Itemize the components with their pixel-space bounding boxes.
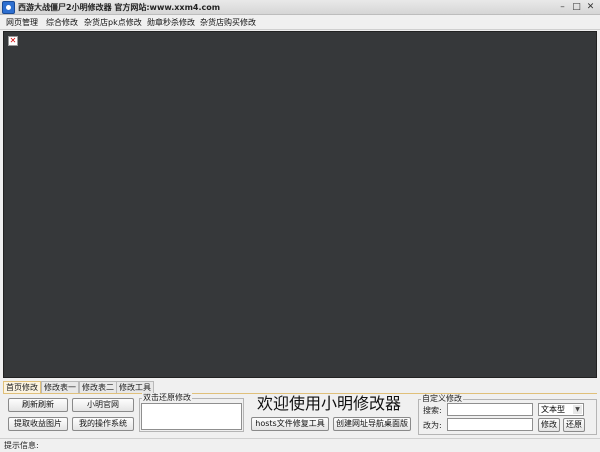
restore-list[interactable] (141, 403, 242, 430)
menu-shop-buy-modify[interactable]: 杂货店购买修改 (200, 17, 256, 28)
type-select[interactable]: 文本型 ▼ (538, 403, 584, 416)
my-system-button[interactable]: 我的操作系统 (72, 417, 134, 431)
official-site-button[interactable]: 小明官网 (72, 398, 134, 412)
close-button[interactable]: ✕ (584, 2, 597, 13)
menu-shop-pk-modify[interactable]: 杂货店pk点修改 (84, 17, 142, 28)
title-bar[interactable]: 西游大战僵尸2小明修改器 官方网站:www.xxm4.com – □ ✕ (0, 0, 600, 15)
create-nav-button[interactable]: 创建网址导航桌面版 (333, 417, 411, 431)
restore-button[interactable]: 还原 (563, 418, 585, 432)
extract-image-button[interactable]: 提取收益图片 (8, 417, 68, 431)
tab-home-modify[interactable]: 首页修改 (3, 381, 41, 393)
welcome-text: 欢迎使用小明修改器 (257, 394, 402, 413)
change-label: 改为: (423, 421, 442, 430)
broken-image-icon: ✕ (8, 36, 18, 46)
refresh-button[interactable]: 刷新刷新 (8, 398, 68, 412)
minimize-button[interactable]: – (556, 2, 569, 13)
menu-web-manage[interactable]: 网页管理 (6, 17, 38, 28)
window-title: 西游大战僵尸2小明修改器 官方网站:www.xxm4.com (18, 3, 221, 12)
tab-modify-table-2[interactable]: 修改表二 (79, 381, 117, 393)
tab-modify-table-1[interactable]: 修改表一 (41, 381, 79, 393)
menu-general-modify[interactable]: 综合修改 (46, 17, 78, 28)
control-panel: 首页修改 修改表一 修改表二 修改工具 刷新刷新 小明官网 提取收益图片 我的操… (0, 378, 600, 438)
app-icon (2, 1, 15, 14)
modify-button[interactable]: 修改 (538, 418, 560, 432)
menu-bar: 网页管理 综合修改 杂货店pk点修改 勋章秒杀修改 杂货店购买修改 (0, 15, 600, 30)
maximize-button[interactable]: □ (570, 2, 583, 13)
chevron-down-icon: ▼ (573, 405, 582, 414)
dblclick-restore-label: 双击还原修改 (142, 393, 192, 402)
search-input[interactable] (447, 403, 533, 416)
status-text: 提示信息: (4, 441, 39, 450)
change-input[interactable] (447, 418, 533, 431)
menu-medal-modify[interactable]: 勋章秒杀修改 (147, 17, 195, 28)
hosts-repair-button[interactable]: hosts文件修复工具 (251, 417, 329, 431)
type-select-value: 文本型 (541, 405, 565, 414)
browser-view[interactable]: ✕ (3, 31, 597, 378)
tab-modify-tools[interactable]: 修改工具 (116, 381, 154, 393)
status-bar: 提示信息: (0, 438, 600, 452)
search-label: 搜索: (423, 406, 442, 415)
custom-modify-label: 自定义修改 (421, 394, 463, 403)
